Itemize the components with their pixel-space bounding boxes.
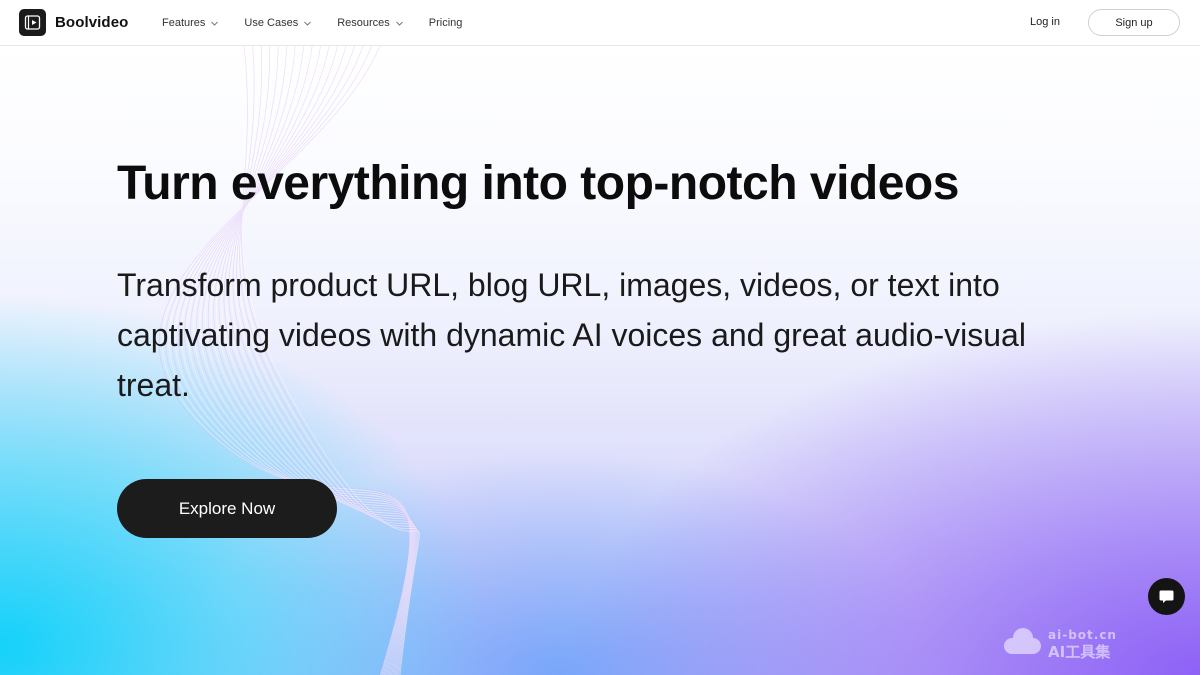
signup-button[interactable]: Sign up — [1088, 9, 1180, 36]
watermark: ai-bot.cn AI工具集 — [1002, 626, 1130, 661]
nav-item-label: Pricing — [428, 17, 463, 29]
play-frame-icon — [19, 9, 46, 36]
brand-name: Boolvideo — [55, 14, 129, 31]
chevron-down-icon — [395, 21, 403, 26]
explore-now-button[interactable]: Explore Now — [117, 479, 337, 538]
nav-item-features[interactable]: Features — [162, 17, 219, 29]
nav-item-label: Resources — [337, 17, 390, 29]
chat-bubble-icon — [1159, 590, 1174, 603]
nav-item-resources[interactable]: Resources — [337, 17, 404, 29]
hero-section: Turn everything into top-notch videos Tr… — [0, 46, 1200, 675]
chevron-down-icon — [304, 21, 312, 26]
watermark-domain: ai-bot.cn — [1048, 628, 1117, 642]
hero-subtitle: Transform product URL, blog URL, images,… — [117, 267, 1026, 403]
top-nav-bar: Boolvideo Features Use Cases Resources P… — [0, 0, 1200, 46]
main-nav: Features Use Cases Resources Pricing — [162, 0, 487, 46]
cloud-logo-icon — [1004, 628, 1041, 654]
nav-item-use-cases[interactable]: Use Cases — [244, 17, 312, 29]
watermark-name: AI工具集 — [1048, 643, 1111, 661]
nav-item-label: Features — [162, 17, 206, 29]
nav-item-pricing[interactable]: Pricing — [429, 17, 463, 29]
login-link[interactable]: Log in — [1030, 16, 1060, 28]
chat-support-button[interactable] — [1148, 578, 1185, 615]
brand-logo[interactable]: Boolvideo — [19, 9, 128, 36]
chevron-down-icon — [211, 21, 219, 26]
nav-item-label: Use Cases — [244, 17, 299, 29]
hero-title: Turn everything into top-notch videos — [117, 157, 959, 210]
